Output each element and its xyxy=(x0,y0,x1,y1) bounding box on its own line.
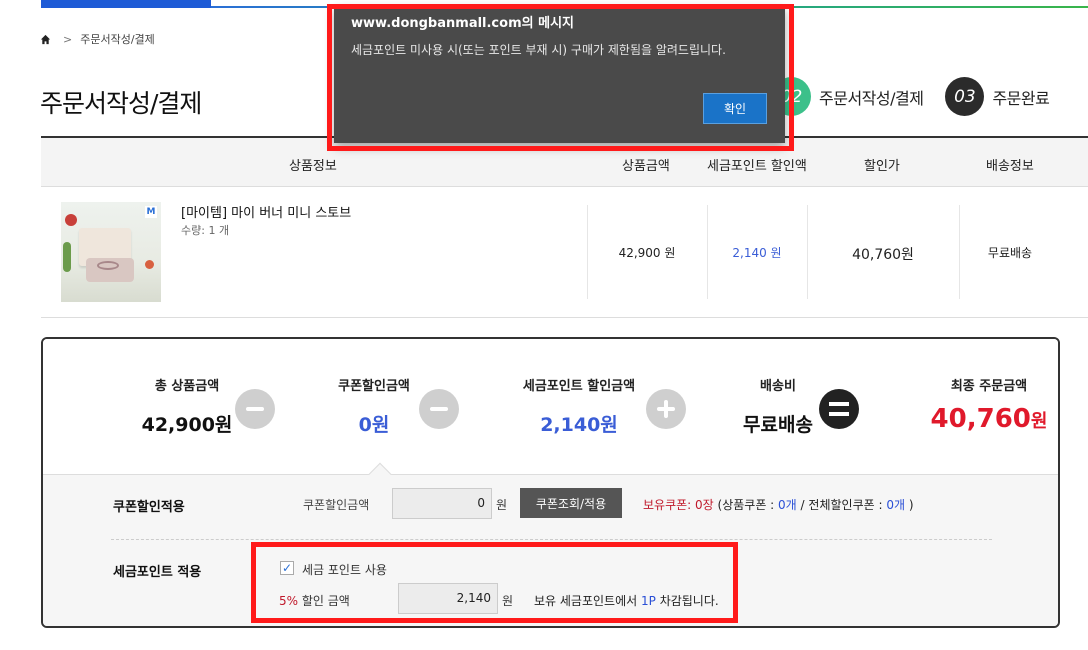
step-label-order-form: 주문서작성/결제 xyxy=(819,88,924,108)
thumbnail-flower xyxy=(65,214,77,226)
summary-totals: 총 상품금액 42,900원 쿠폰할인금액 0원 세금포인트 할인금액 2,14… xyxy=(43,339,1058,474)
page-title: 주문서작성/결제 xyxy=(40,89,202,118)
column-header-sale-price: 할인가 xyxy=(864,159,900,174)
summary-label: 쿠폰할인금액 xyxy=(338,379,410,394)
summary-label: 최종 주문금액 xyxy=(950,379,1028,394)
coupon-amount-field[interactable]: 0 xyxy=(392,488,492,519)
table-row: M [마이템] 마이 버너 미니 스토브 수량: 1 개 42,900 원 2,… xyxy=(41,187,1088,318)
product-name[interactable]: [마이템] 마이 버너 미니 스토브 xyxy=(181,202,351,221)
breadcrumb-current: 주문서작성/결제 xyxy=(80,33,155,46)
home-icon[interactable] xyxy=(40,34,51,45)
final-amount-number: 40,760 xyxy=(930,404,1031,434)
breadcrumb-separator: > xyxy=(63,32,73,46)
summary-value: 2,140원 xyxy=(540,414,618,436)
coupon-amount-label: 쿠폰할인금액 xyxy=(303,498,370,512)
thumbnail-burner xyxy=(97,261,119,270)
summary-label: 총 상품금액 xyxy=(154,379,220,394)
summary-value: 42,900원 xyxy=(141,414,233,436)
sale-price: 40,760원 xyxy=(852,247,914,263)
step-number-circle: 03 xyxy=(945,77,985,116)
breadcrumb: > 주문서작성/결제 xyxy=(40,31,155,47)
coupon-lookup-button[interactable]: 쿠폰조회/적용 xyxy=(520,488,622,518)
minus-icon xyxy=(419,389,459,429)
owned-coupon-count: 보유쿠폰: 0장 xyxy=(643,498,714,512)
column-header-point-discount: 세금포인트 할인액 xyxy=(707,159,807,174)
shipping-info: 무료배송 xyxy=(987,246,1033,260)
summary-final-value: 40,760원 xyxy=(931,404,1048,434)
summary-label: 배송비 xyxy=(760,379,796,394)
summary-final-amount: 최종 주문금액 40,760원 xyxy=(931,375,1048,434)
summary-total-products: 총 상품금액 42,900원 xyxy=(142,375,233,437)
final-amount-unit: 원 xyxy=(1030,411,1048,432)
order-items-table: 상품정보 상품금액 세금포인트 할인액 할인가 배송정보 M [마이템] 마이 … xyxy=(41,136,1088,318)
summary-shipping: 배송비 무료배송 xyxy=(743,375,813,437)
owned-coupon-text: / 전체할인쿠폰 : xyxy=(796,498,887,512)
summary-label: 세금포인트 할인금액 xyxy=(522,379,636,394)
currency-unit: 원 xyxy=(496,498,508,512)
column-header-price: 상품금액 xyxy=(622,159,670,174)
tax-point-section-title: 세금포인트 적용 xyxy=(113,565,202,580)
equals-icon xyxy=(819,389,859,429)
owned-coupon-info: 보유쿠폰: 0장 (상품쿠폰 : 0개 / 전체할인쿠폰 : 0개 ) xyxy=(643,496,914,513)
column-divider xyxy=(587,205,588,299)
product-price: 42,900 원 xyxy=(618,246,676,260)
brand-logo-icon: M xyxy=(145,206,157,218)
column-divider xyxy=(959,205,960,299)
highlight-frame-dialog xyxy=(327,4,794,151)
plus-icon xyxy=(646,389,686,429)
section-divider xyxy=(111,539,992,540)
summary-coupon-discount: 쿠폰할인금액 0원 xyxy=(338,375,410,437)
total-coupon-count: 0개 xyxy=(886,498,906,512)
coupon-section-title: 쿠폰할인적용 xyxy=(113,500,185,515)
minus-icon xyxy=(235,389,275,429)
column-header-shipping: 배송정보 xyxy=(986,159,1034,174)
step-label-order-complete: 주문완료 xyxy=(992,88,1050,108)
top-accent-bar xyxy=(41,0,211,8)
order-steps: 02 주문서작성/결제 03 주문완료 xyxy=(772,77,1050,116)
point-discount-amount: 2,140 원 xyxy=(732,246,782,260)
highlight-frame-tax-point xyxy=(251,542,738,623)
owned-coupon-text: (상품쿠폰 : xyxy=(713,498,779,512)
product-quantity: 수량: 1 개 xyxy=(181,224,230,237)
column-divider xyxy=(807,205,808,299)
owned-coupon-text: ) xyxy=(905,498,914,512)
summary-value: 무료배송 xyxy=(743,414,813,436)
thumbnail-flower xyxy=(145,260,154,269)
product-coupon-count: 0개 xyxy=(778,498,797,512)
product-thumbnail[interactable]: M xyxy=(61,202,161,302)
summary-point-discount: 세금포인트 할인금액 2,140원 xyxy=(523,375,635,437)
summary-value: 0원 xyxy=(358,414,390,436)
column-header-product: 상품정보 xyxy=(289,159,337,174)
thumbnail-leaf xyxy=(63,242,71,272)
column-divider xyxy=(707,205,708,299)
